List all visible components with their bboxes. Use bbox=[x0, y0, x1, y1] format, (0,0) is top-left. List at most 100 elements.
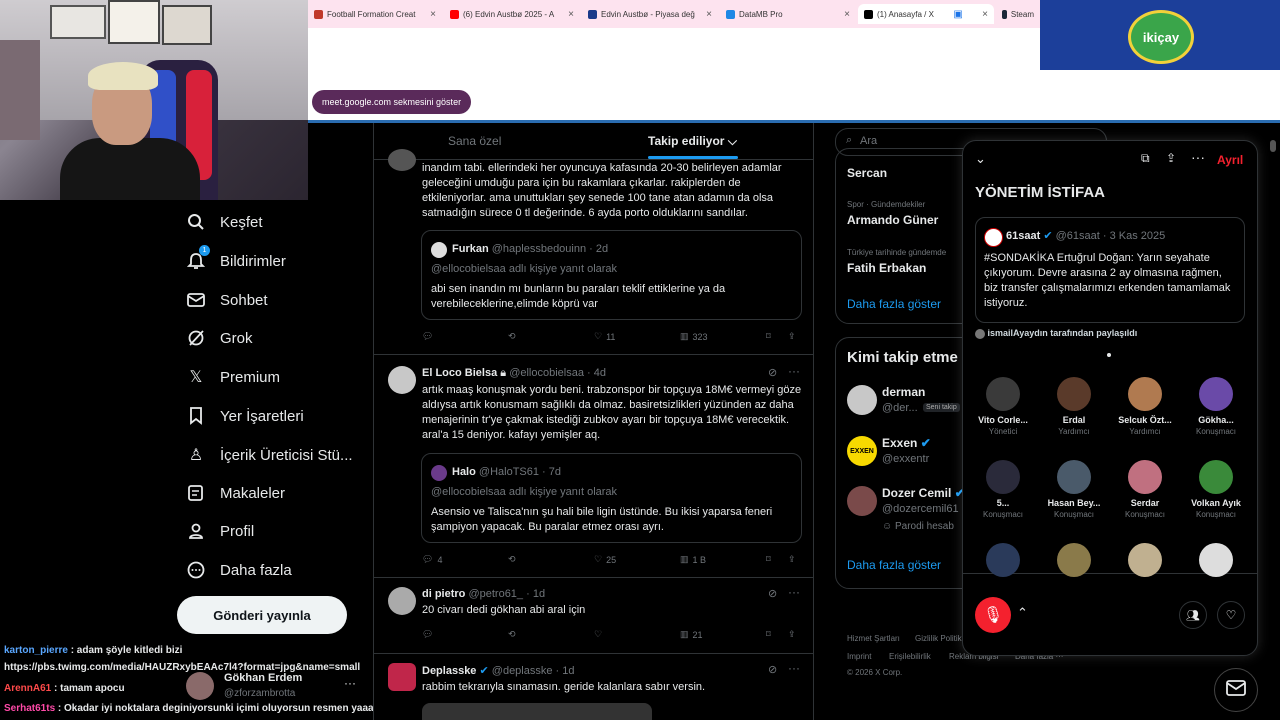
speaker[interactable] bbox=[1110, 543, 1180, 577]
avatar bbox=[431, 242, 447, 258]
quoted-post[interactable]: Furkan @haplessbedouinn · 2d @ellocobiel… bbox=[421, 230, 802, 320]
mail-icon bbox=[186, 290, 206, 310]
speaker[interactable]: Volkan Ayık Konuşmacı bbox=[1181, 460, 1251, 519]
browser-tab[interactable]: DataMB Pro × bbox=[720, 4, 856, 24]
post-media[interactable] bbox=[422, 703, 652, 720]
nav-item-grok[interactable]: Grok bbox=[186, 328, 253, 348]
speaker[interactable]: 5... Konuşmacı bbox=[968, 460, 1038, 519]
nav-item-bookmarks[interactable]: Yer İşaretleri bbox=[186, 406, 304, 426]
cast-icon[interactable]: ▣ bbox=[953, 9, 962, 20]
share-icon[interactable]: ⇪ bbox=[1166, 151, 1176, 165]
show-more-link[interactable]: Daha fazla göster bbox=[847, 297, 941, 311]
tab-for-you[interactable]: Sana özel bbox=[448, 134, 501, 148]
quoted-post[interactable]: Halo @HaloTS61 · 7d @ellocobielsaa adlı … bbox=[421, 453, 802, 543]
repost-button[interactable]: ⟲ bbox=[508, 331, 516, 342]
nav-item-creator-studio[interactable]: ♙ İçerik Üreticisi Stü... bbox=[186, 445, 353, 465]
follow-name[interactable]: derman bbox=[882, 385, 925, 399]
account-switcher[interactable]: Gökhan Erdem @zforzambrotta ··· bbox=[186, 668, 366, 704]
browser-tab[interactable]: Edvin Austbø - Piyasa değ × bbox=[582, 4, 718, 24]
nav-item-messages[interactable]: Sohbet bbox=[186, 290, 268, 310]
follow-name[interactable]: Exxen bbox=[882, 436, 917, 450]
meet-tab-button[interactable]: meet.google.com sekmesini göster bbox=[312, 90, 472, 114]
more-icon[interactable]: ··· bbox=[788, 585, 800, 599]
chat-message: https://pbs.twimg.com/media/HAUZRxybEAAc… bbox=[4, 662, 360, 673]
browser-tab[interactable]: Steam bbox=[996, 4, 1040, 24]
speaker-avatar bbox=[1128, 460, 1162, 494]
share-screen-icon[interactable]: ⧉ bbox=[1141, 151, 1150, 166]
like-button[interactable]: ♡ 25 bbox=[594, 554, 616, 565]
views-button[interactable]: ▥ 21 bbox=[680, 629, 703, 640]
reply-button[interactable]: 💬︎ 4 bbox=[422, 554, 442, 565]
nav-item-premium[interactable]: 𝕏 Premium bbox=[186, 367, 280, 387]
grok-icon[interactable]: ⊘ bbox=[768, 587, 777, 600]
speaker[interactable] bbox=[1039, 543, 1109, 577]
reply-button[interactable]: 💬︎ bbox=[422, 629, 433, 640]
more-icon[interactable]: ··· bbox=[788, 661, 800, 675]
footer-link[interactable]: Erişilebilirlik bbox=[889, 652, 931, 661]
post-author[interactable]: El Loco Bielsa bbox=[422, 367, 497, 379]
close-icon[interactable]: × bbox=[982, 9, 988, 20]
trend-title[interactable]: Armando Güner bbox=[847, 213, 938, 227]
close-icon[interactable]: × bbox=[844, 9, 850, 20]
more-icon[interactable]: ··· bbox=[1191, 149, 1205, 165]
share-button[interactable]: ⇪ bbox=[788, 629, 796, 640]
trend-title[interactable]: Fatih Erbakan bbox=[847, 261, 926, 275]
mic-muted-button[interactable]: 🎙︎ bbox=[975, 597, 1011, 633]
speaker[interactable] bbox=[1181, 543, 1251, 577]
speaker[interactable] bbox=[968, 543, 1038, 577]
reply-button[interactable]: 💬︎ bbox=[422, 331, 433, 342]
youtube-icon bbox=[450, 9, 459, 19]
chat-message: karton_pierre : adam şöyle kitledi bizi bbox=[4, 645, 182, 656]
footer-link[interactable]: Gizlilik Politik bbox=[915, 634, 962, 643]
footer-link[interactable]: Imprint bbox=[847, 652, 871, 661]
browser-tab[interactable]: Football Formation Creat × bbox=[308, 4, 442, 24]
post-author[interactable]: Deplasske bbox=[422, 665, 476, 677]
share-button[interactable]: ⇪ bbox=[788, 331, 796, 342]
nav-item-more[interactable]: Daha fazla bbox=[186, 560, 292, 580]
pinned-post[interactable]: 61saat ✔ @61saat · 3 Kas 2025 #SONDAKİKA… bbox=[975, 217, 1245, 323]
nav-item-profile[interactable]: Profil bbox=[186, 521, 254, 541]
leave-button[interactable]: Ayrıl bbox=[1217, 153, 1243, 167]
messages-button[interactable] bbox=[1214, 668, 1258, 712]
scrollbar[interactable] bbox=[1270, 140, 1276, 152]
like-button[interactable]: ♡ 11 bbox=[594, 331, 615, 342]
grok-icon[interactable]: ⊘ bbox=[768, 663, 777, 676]
close-icon[interactable]: × bbox=[568, 9, 574, 20]
speaker[interactable]: Selcuk Özt... Yardımcı bbox=[1110, 377, 1180, 436]
bookmark-button[interactable]: ⌑ bbox=[766, 331, 771, 342]
bookmark-button[interactable]: ⌑ bbox=[766, 554, 771, 565]
footer-link[interactable]: Hizmet Şartları bbox=[847, 634, 900, 643]
collapse-icon[interactable]: ⌄ bbox=[975, 151, 986, 167]
speaker[interactable]: Hasan Bey... Konuşmacı bbox=[1039, 460, 1109, 519]
repost-button[interactable]: ⟲ bbox=[508, 554, 516, 565]
react-button[interactable]: ♡ bbox=[1217, 601, 1245, 629]
like-button[interactable]: ♡ bbox=[594, 629, 602, 640]
nav-item-notifications[interactable]: 1 Bildirimler bbox=[186, 245, 286, 271]
more-icon[interactable]: ··· bbox=[788, 364, 800, 378]
bookmark-button[interactable]: ⌑ bbox=[766, 629, 771, 640]
share-button[interactable]: ⇪ bbox=[788, 554, 796, 565]
post-author[interactable]: di pietro bbox=[422, 588, 465, 600]
nav-item-explore[interactable]: Keşfet bbox=[186, 212, 263, 232]
post-button[interactable]: Gönderi yayınla bbox=[177, 596, 347, 634]
nav-item-articles[interactable]: Makaleler bbox=[186, 483, 285, 503]
participants-button[interactable]: 👥︎ bbox=[1179, 601, 1207, 629]
speaker[interactable]: Gökha... Konuşmacı bbox=[1181, 377, 1251, 436]
trend-title[interactable]: Sercan bbox=[847, 166, 887, 180]
speaker[interactable]: Serdar Konuşmacı bbox=[1110, 460, 1180, 519]
speaker[interactable]: Vito Corle... Yönetici bbox=[968, 377, 1038, 436]
follow-name[interactable]: Dozer Cemil bbox=[882, 486, 951, 500]
grok-icon[interactable]: ⊘ bbox=[768, 366, 777, 379]
show-more-link[interactable]: Daha fazla göster bbox=[847, 558, 941, 572]
views-button[interactable]: ▥ 323 bbox=[680, 331, 708, 342]
chevron-up-icon[interactable]: ⌃ bbox=[1017, 605, 1028, 621]
repost-button[interactable]: ⟲ bbox=[508, 629, 516, 640]
browser-tab[interactable]: (6) Edvin Austbø 2025 - A × bbox=[444, 4, 580, 24]
speaker[interactable]: Erdal Yardımcı bbox=[1039, 377, 1109, 436]
more-icon[interactable]: ··· bbox=[344, 676, 356, 690]
close-icon[interactable]: × bbox=[430, 9, 436, 20]
browser-tab-active[interactable]: (1) Anasayfa / X ▣ × bbox=[858, 4, 994, 24]
tab-following[interactable]: Takip ediliyor ⌵ bbox=[648, 134, 737, 149]
views-button[interactable]: ▥ 1 B bbox=[680, 554, 706, 565]
close-icon[interactable]: × bbox=[706, 9, 712, 20]
